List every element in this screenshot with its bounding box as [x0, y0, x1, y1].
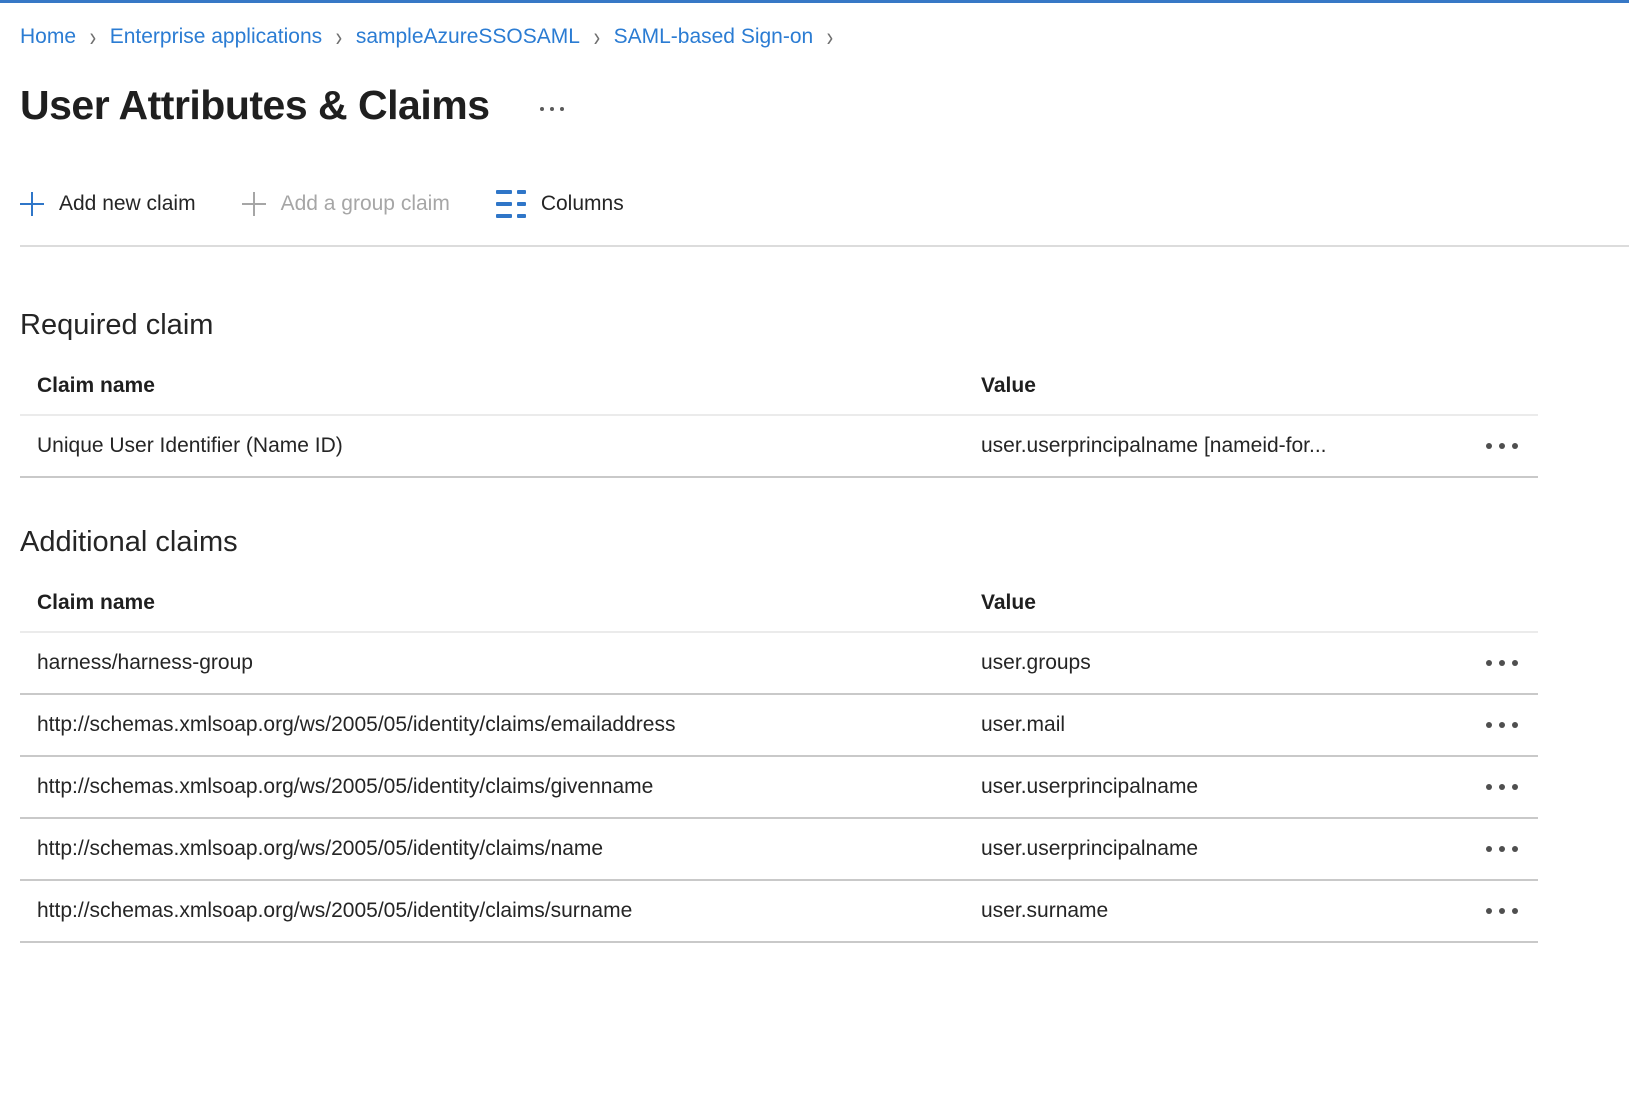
required-claim-section: Required claim Claim name Value Unique U…: [20, 309, 1629, 478]
claim-name-cell: http://schemas.xmlsoap.org/ws/2005/05/id…: [20, 775, 981, 799]
claim-name-cell: http://schemas.xmlsoap.org/ws/2005/05/id…: [20, 899, 981, 923]
plus-icon: [242, 192, 266, 216]
add-group-claim-button[interactable]: Add a group claim: [242, 192, 450, 216]
row-context-menu-button[interactable]: [1438, 846, 1538, 852]
ellipsis-dot: [1486, 846, 1492, 852]
add-group-claim-label: Add a group claim: [281, 192, 450, 216]
ellipsis-dot: [550, 107, 554, 111]
claim-name-cell: http://schemas.xmlsoap.org/ws/2005/05/id…: [20, 713, 981, 737]
row-context-menu-button[interactable]: [1438, 722, 1538, 728]
column-header-value: Value: [981, 591, 1438, 615]
claim-value-cell: user.userprincipalname [nameid-for...: [981, 434, 1438, 458]
table-row[interactable]: http://schemas.xmlsoap.org/ws/2005/05/id…: [20, 819, 1538, 881]
columns-label: Columns: [541, 192, 624, 216]
plus-icon: [20, 192, 44, 216]
ellipsis-dot: [1499, 443, 1505, 449]
columns-button[interactable]: Columns: [496, 190, 624, 218]
column-header-value: Value: [981, 374, 1438, 398]
table-row[interactable]: harness/harness-group user.groups: [20, 633, 1538, 695]
ellipsis-dot: [1486, 443, 1492, 449]
breadcrumb-home[interactable]: Home: [20, 23, 76, 51]
ellipsis-dot: [1512, 784, 1518, 790]
claim-value-cell: user.userprincipalname: [981, 837, 1438, 861]
ellipsis-dot: [1512, 443, 1518, 449]
columns-icon: [496, 190, 526, 218]
window-top-border: [0, 0, 1629, 3]
column-header-claim-name: Claim name: [20, 374, 981, 398]
chevron-right-icon: ›: [827, 21, 834, 53]
table-header-row: Claim name Value: [20, 374, 1538, 398]
row-context-menu-button[interactable]: [1438, 660, 1538, 666]
additional-claims-heading: Additional claims: [20, 526, 1629, 559]
ellipsis-dot: [1512, 722, 1518, 728]
page-title: User Attributes & Claims: [20, 82, 490, 129]
ellipsis-dot: [540, 107, 544, 111]
table-row[interactable]: http://schemas.xmlsoap.org/ws/2005/05/id…: [20, 695, 1538, 757]
breadcrumb-enterprise-applications[interactable]: Enterprise applications: [110, 23, 322, 51]
add-new-claim-label: Add new claim: [59, 192, 196, 216]
ellipsis-dot: [1512, 660, 1518, 666]
claim-value-cell: user.mail: [981, 713, 1438, 737]
claim-value-cell: user.userprincipalname: [981, 775, 1438, 799]
title-row: User Attributes & Claims: [20, 77, 1629, 133]
row-context-menu-button[interactable]: [1438, 443, 1538, 449]
add-new-claim-button[interactable]: Add new claim: [20, 192, 196, 216]
chevron-right-icon: ›: [336, 21, 343, 53]
claim-value-cell: user.surname: [981, 899, 1438, 923]
row-context-menu-button[interactable]: [1438, 784, 1538, 790]
ellipsis-dot: [1512, 908, 1518, 914]
column-header-claim-name: Claim name: [20, 591, 981, 615]
ellipsis-dot: [1512, 846, 1518, 852]
row-context-menu-button[interactable]: [1438, 908, 1538, 914]
breadcrumb: Home › Enterprise applications › sampleA…: [20, 23, 1629, 51]
breadcrumb-sample-azure-sso-saml[interactable]: sampleAzureSSOSAML: [356, 23, 580, 51]
ellipsis-dot: [560, 107, 564, 111]
claim-name-cell: http://schemas.xmlsoap.org/ws/2005/05/id…: [20, 837, 981, 861]
ellipsis-dot: [1499, 660, 1505, 666]
claim-value-cell: user.groups: [981, 651, 1438, 675]
ellipsis-dot: [1499, 846, 1505, 852]
additional-claims-table: Claim name Value harness/harness-group u…: [20, 591, 1538, 943]
required-claim-table: Claim name Value Unique User Identifier …: [20, 374, 1538, 478]
ellipsis-dot: [1486, 660, 1492, 666]
claim-name-cell: Unique User Identifier (Name ID): [20, 434, 981, 458]
chevron-right-icon: ›: [593, 21, 600, 53]
table-header-row: Claim name Value: [20, 591, 1538, 615]
ellipsis-dot: [1486, 908, 1492, 914]
page-context-menu-button[interactable]: [534, 101, 570, 117]
toolbar-divider: [20, 245, 1629, 247]
ellipsis-dot: [1499, 908, 1505, 914]
additional-claims-section: Additional claims Claim name Value harne…: [20, 526, 1629, 943]
ellipsis-dot: [1499, 722, 1505, 728]
breadcrumb-saml-based-sign-on[interactable]: SAML-based Sign-on: [614, 23, 814, 51]
chevron-right-icon: ›: [90, 21, 97, 53]
table-row[interactable]: http://schemas.xmlsoap.org/ws/2005/05/id…: [20, 881, 1538, 943]
ellipsis-dot: [1486, 722, 1492, 728]
ellipsis-dot: [1486, 784, 1492, 790]
claim-name-cell: harness/harness-group: [20, 651, 981, 675]
ellipsis-dot: [1499, 784, 1505, 790]
command-bar: Add new claim Add a group claim Columns: [20, 181, 1629, 227]
table-row[interactable]: Unique User Identifier (Name ID) user.us…: [20, 416, 1538, 478]
user-attributes-claims-page: Home › Enterprise applications › sampleA…: [0, 23, 1629, 943]
required-claim-heading: Required claim: [20, 309, 1629, 342]
table-row[interactable]: http://schemas.xmlsoap.org/ws/2005/05/id…: [20, 757, 1538, 819]
